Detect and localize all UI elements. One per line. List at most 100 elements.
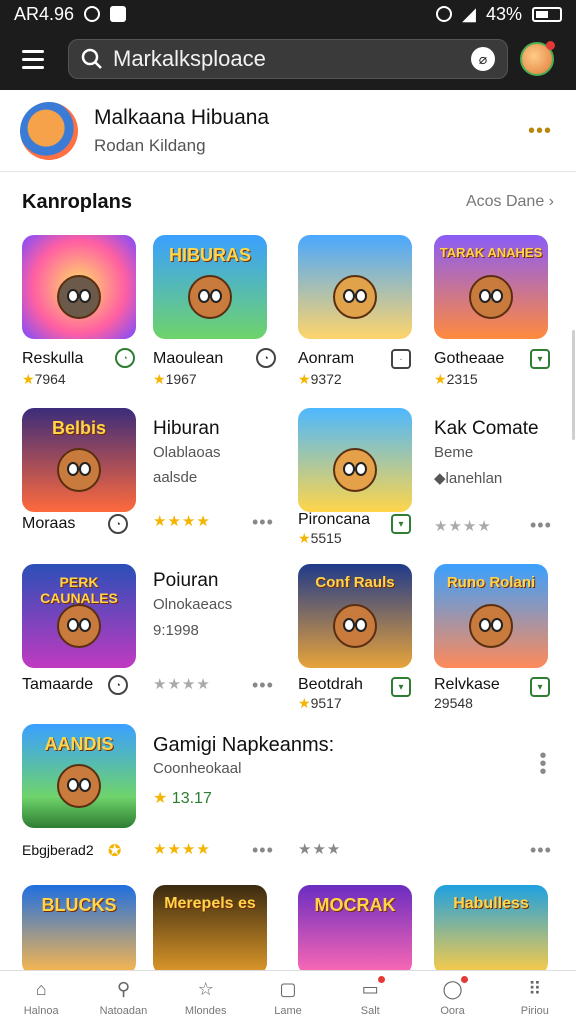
nav-item-inbox[interactable]: ▭ Salt — [329, 971, 411, 1024]
profile-title: Malkaana Hibuana — [94, 105, 270, 129]
app-name: Pironcana — [298, 511, 371, 528]
app-title: Gamigi Napkeanms: — [153, 734, 335, 756]
search-icon: ⚲ — [116, 979, 131, 999]
app-tile[interactable] — [298, 408, 412, 512]
wifi-icon: ◢ — [462, 3, 476, 24]
square-icon: ▢ — [279, 979, 297, 999]
nav-item-library[interactable]: ▢ Lame — [247, 971, 329, 1024]
more-options-icon[interactable]: ••• — [252, 840, 274, 861]
profile-avatar — [20, 101, 78, 160]
rating-stars: ★★★★ — [153, 841, 211, 858]
app-name: Reskulla — [22, 350, 84, 367]
app-tile[interactable]: BLUCKS — [22, 885, 136, 975]
bottom-navigation: ⌂ Halnoa ⚲ Natoadan ☆ Mlondes ▢ Lame ▭ S… — [0, 970, 576, 1024]
app-tile[interactable] — [22, 235, 136, 339]
app-name: Aonram — [298, 350, 355, 367]
install-icon[interactable]: ▾ — [391, 677, 411, 697]
status-bar: AR4.96 ◢ 43% — [0, 0, 576, 28]
app-tile[interactable] — [298, 235, 412, 339]
search-icon — [81, 48, 102, 69]
app-developer: Beme — [434, 444, 474, 461]
app-rating: ★2315 — [434, 371, 478, 387]
vertical-more-icon[interactable]: • • • — [538, 746, 548, 782]
chat-icon[interactable]: ◔ — [108, 514, 128, 534]
section-header: Kanroplans Acos Dane › — [0, 184, 576, 220]
app-rating: ★1967 — [153, 371, 197, 387]
nav-item-more[interactable]: ⠿ Piriou — [494, 971, 576, 1024]
app-category: aalsde — [153, 469, 198, 486]
search-bar[interactable]: ⌀ — [68, 39, 508, 79]
chat-icon[interactable]: ◔ — [115, 348, 135, 368]
app-rating: ★9517 — [298, 695, 342, 711]
top-bar: ⌀ — [0, 28, 576, 90]
scrollbar[interactable] — [572, 330, 575, 440]
rating-stars: ★★★★ — [434, 518, 492, 535]
status-time: AR4.96 — [14, 3, 75, 24]
install-icon[interactable]: ▾ — [530, 677, 550, 697]
app-developer: Olablaoas — [153, 444, 221, 461]
user-avatar[interactable] — [520, 41, 555, 76]
alarm-icon — [436, 6, 453, 22]
app-title: Kak Comate — [434, 418, 539, 439]
app-name: Maoulean — [153, 350, 224, 367]
app-name: Beotdrah — [298, 676, 363, 693]
battery-icon — [532, 6, 562, 22]
app-tile[interactable]: Conf Rauls — [298, 564, 412, 668]
app-rating: ★7964 — [22, 371, 66, 387]
chat-icon[interactable]: ◔ — [108, 675, 128, 695]
app-tile[interactable]: Merepels es — [153, 885, 267, 975]
app-tile[interactable]: AANDIS — [22, 724, 136, 828]
menu-icon[interactable] — [14, 39, 54, 79]
app-tile[interactable]: Habulless — [434, 885, 548, 975]
app-name: Tamaarde — [22, 676, 94, 693]
app-category: ◆lanehlan — [434, 470, 503, 487]
home-icon: ⌂ — [35, 979, 47, 999]
battery-percent: 43% — [485, 3, 522, 24]
section-title: Kanroplans — [22, 190, 133, 213]
sync-icon — [84, 6, 101, 22]
search-input[interactable] — [113, 46, 471, 72]
app-tile[interactable]: Runo Rolani — [434, 564, 548, 668]
rating-stars: ★★★★ — [153, 513, 211, 530]
app-developer: Coonheokaal — [153, 760, 242, 777]
app-rating: ★ 13.17 — [153, 790, 212, 807]
app-tile[interactable]: MOCRAK — [298, 885, 412, 975]
nav-item-search[interactable]: ⚲ Natoadan — [82, 971, 164, 1024]
app-downloads: 29548 — [434, 695, 473, 711]
app-title: Hiburan — [153, 418, 220, 439]
nav-item-home[interactable]: ⌂ Halnoa — [0, 971, 82, 1024]
app-developer: Olnokaeacs — [153, 596, 233, 613]
install-icon[interactable]: · — [391, 349, 411, 369]
circle-icon: ◯ — [442, 975, 468, 1001]
rating-stars: ★★★★ — [153, 676, 211, 693]
app-name: Relvkase — [434, 676, 500, 693]
app-name: Gotheaae — [434, 350, 505, 367]
more-options-icon[interactable]: ••• — [252, 675, 274, 696]
app-tile[interactable]: TARAK ANAHES — [434, 235, 548, 339]
app-tile[interactable]: HIBURAS — [153, 235, 267, 339]
nav-item-profile[interactable]: ◯ Oora — [411, 971, 493, 1024]
more-options-icon[interactable]: ••• — [252, 512, 274, 533]
profile-subtitle: Rodan Kildang — [94, 135, 206, 155]
chevron-right-icon: › — [548, 193, 554, 210]
notification-icon — [110, 6, 127, 22]
install-icon[interactable]: ▾ — [530, 349, 550, 369]
nav-item-favorites[interactable]: ☆ Mlondes — [165, 971, 247, 1024]
app-downloads: 9:1998 — [153, 622, 199, 639]
more-options-icon[interactable]: ••• — [530, 840, 552, 861]
chat-icon[interactable]: ◔ — [256, 348, 276, 368]
inbox-icon: ▭ — [359, 975, 386, 1001]
more-options-icon[interactable]: ••• — [528, 120, 552, 143]
star-icon: ☆ — [197, 979, 214, 999]
app-rating: ★9372 — [298, 371, 342, 387]
install-icon[interactable]: ▾ — [391, 514, 411, 534]
app-tile[interactable]: PERK CAUNALES — [22, 564, 136, 668]
voice-search-icon[interactable]: ⌀ — [471, 47, 495, 71]
app-tile[interactable]: Belbis — [22, 408, 136, 512]
featured-profile[interactable]: Malkaana Hibuana Rodan Kildang ••• — [0, 90, 576, 172]
grid-icon: ⠿ — [528, 979, 542, 999]
app-rating: ★5515 — [298, 530, 342, 546]
see-all-link[interactable]: Acos Dane › — [466, 193, 554, 211]
ad-badge-icon: ✪ — [108, 843, 122, 860]
more-options-icon[interactable]: ••• — [530, 515, 552, 536]
